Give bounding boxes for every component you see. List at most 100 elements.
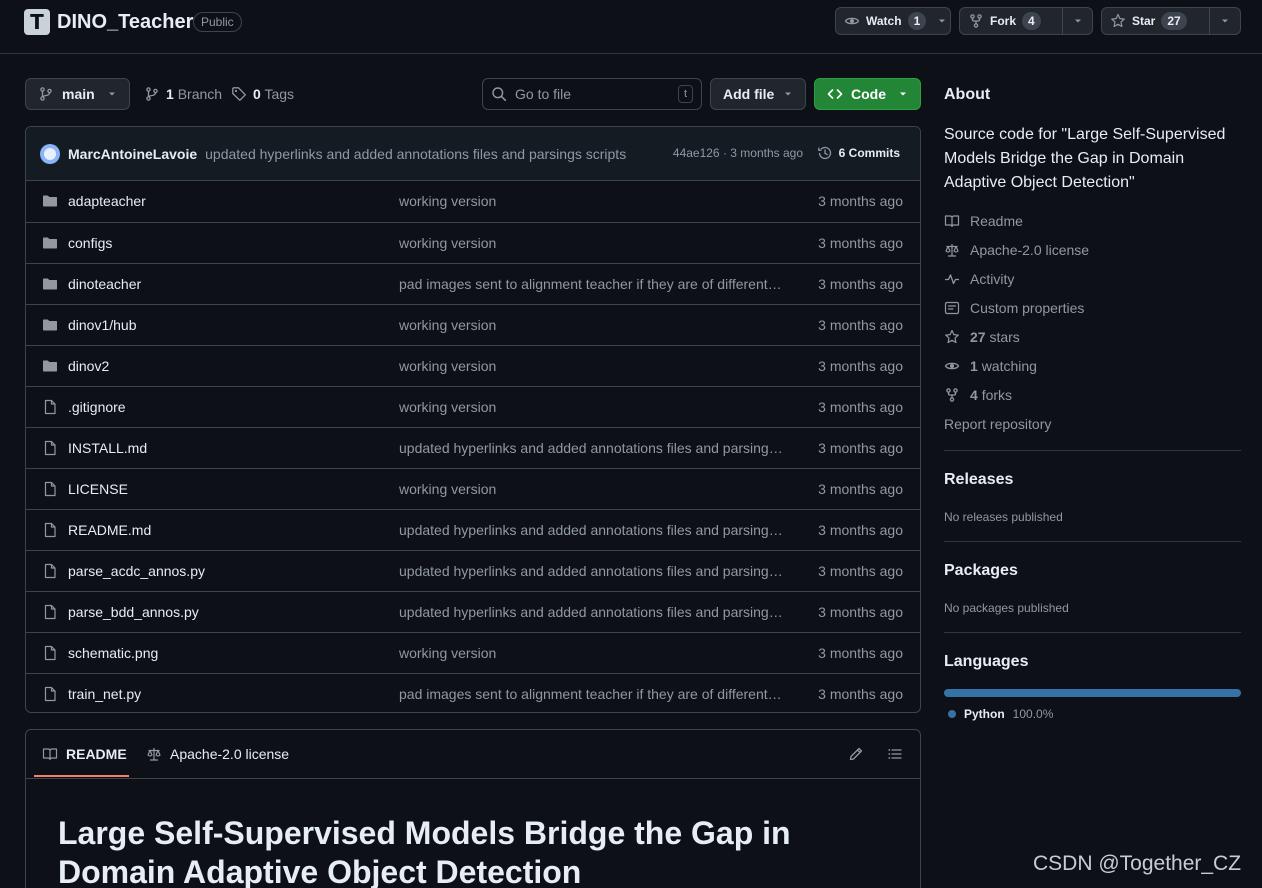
watching-label: watching [981, 358, 1037, 374]
star-button[interactable]: Star 27 [1101, 7, 1241, 35]
file-commit-message[interactable]: working version [399, 193, 789, 209]
file-commit-date: 3 months ago [818, 563, 903, 579]
tags-label: Tags [264, 86, 295, 102]
file-row[interactable]: .gitignore working version 3 months ago [26, 386, 920, 427]
logo-letter: T [30, 10, 44, 34]
caret-down-icon [900, 92, 906, 96]
pencil-icon[interactable] [848, 746, 864, 762]
readme-title: Large Self-Supervised Models Bridge the … [58, 815, 791, 888]
file-commit-message[interactable]: working version [399, 235, 789, 251]
file-name[interactable]: parse_bdd_annos.py [68, 604, 199, 620]
file-row[interactable]: README.md updated hyperlinks and added an… [26, 509, 920, 550]
file-commit-message[interactable]: pad images sent to alignment teacher if … [399, 686, 789, 702]
caret-down-icon [109, 92, 115, 96]
tags-link[interactable]: 0 Tags [231, 86, 294, 102]
file-name[interactable]: .gitignore [68, 399, 126, 415]
language-python[interactable]: Python 100.0% [948, 707, 1053, 721]
file-row[interactable]: dinoteacher pad images sent to alignment … [26, 263, 920, 304]
search-shortcut: t [677, 85, 693, 103]
file-name[interactable]: train_net.py [68, 686, 141, 702]
language-bar [944, 689, 1241, 697]
list-outline-icon[interactable] [887, 746, 903, 762]
readme-link-label: Readme [970, 213, 1023, 229]
file-name[interactable]: dinoteacher [68, 276, 141, 292]
star-icon [1111, 13, 1125, 28]
file-name[interactable]: dinov2 [68, 358, 109, 374]
file-row[interactable]: LICENSE working version 3 months ago [26, 468, 920, 509]
releases-heading[interactable]: Releases [944, 471, 1013, 489]
file-commit-date: 3 months ago [818, 481, 903, 497]
file-commit-message[interactable]: pad images sent to alignment teacher if … [399, 276, 789, 292]
law-icon [945, 244, 959, 257]
repo-owner-avatar[interactable]: T [24, 9, 50, 35]
file-name[interactable]: LICENSE [68, 481, 128, 497]
file-row[interactable]: configs working version 3 months ago [26, 222, 920, 263]
watch-button[interactable]: Watch 1 [835, 7, 951, 35]
commits-link[interactable]: 6 Commits [817, 145, 900, 161]
forks-link[interactable]: 4 forks [944, 387, 1012, 403]
commit-message[interactable]: updated hyperlinks and added annotations… [205, 146, 626, 162]
languages-heading: Languages [944, 653, 1029, 670]
commit-meta[interactable]: 44ae126 · 3 months ago [673, 146, 803, 160]
file-commit-message[interactable]: working version [399, 358, 789, 374]
stars-link[interactable]: 27 stars [944, 329, 1020, 345]
file-name[interactable]: dinov1/hub [68, 317, 137, 333]
commits-label: 6 Commits [838, 146, 900, 160]
file-commit-message[interactable]: updated hyperlinks and added annotations… [399, 522, 789, 538]
file-row[interactable]: parse_bdd_annos.py updated hyperlinks and… [26, 591, 920, 632]
repo-header: T DINO_Teacher Public Watch 1 Fork 4 Sta… [0, 0, 1262, 54]
file-name[interactable]: schematic.png [68, 645, 158, 661]
file-row[interactable]: dinov2 working version 3 months ago [26, 345, 920, 386]
file-row[interactable]: dinov1/hub working version 3 months ago [26, 304, 920, 345]
fork-dropdown[interactable] [1062, 8, 1092, 34]
branches-count: 1 [166, 86, 174, 102]
file-row[interactable]: schematic.png working version 3 months ago [26, 632, 920, 673]
watching-link[interactable]: 1 watching [944, 358, 1037, 374]
file-row[interactable]: train_net.py pad images sent to alignment… [26, 673, 920, 712]
fork-button[interactable]: Fork 4 [959, 7, 1093, 35]
report-repository-link[interactable]: Report repository [944, 416, 1051, 432]
caret-down-icon [785, 92, 791, 96]
file-commit-message[interactable]: updated hyperlinks and added annotations… [399, 563, 789, 579]
file-commit-message[interactable]: updated hyperlinks and added annotations… [399, 604, 789, 620]
star-dropdown[interactable] [1209, 8, 1239, 34]
file-commit-message[interactable]: working version [399, 481, 789, 497]
add-file-button[interactable]: Add file [710, 78, 806, 110]
watch-dropdown[interactable] [934, 8, 950, 34]
branches-link[interactable]: 1 Branch [144, 86, 222, 102]
commit-author[interactable]: MarcAntoineLavoie [68, 146, 197, 162]
readme-link[interactable]: Readme [944, 213, 1023, 229]
repo-name[interactable]: DINO_Teacher [57, 11, 193, 34]
file-commit-message[interactable]: working version [399, 317, 789, 333]
file-name[interactable]: configs [68, 235, 112, 251]
file-name[interactable]: parse_acdc_annos.py [68, 563, 205, 579]
file-commit-message[interactable]: working version [399, 645, 789, 661]
commit-author-avatar[interactable] [40, 143, 60, 164]
tab-readme[interactable]: README [42, 746, 127, 762]
file-commit-date: 3 months ago [818, 645, 903, 661]
go-to-file-input[interactable]: Go to file t [482, 78, 702, 110]
activity-link[interactable]: Activity [944, 271, 1014, 287]
folder-icon [42, 235, 58, 251]
code-button[interactable]: Code [814, 78, 921, 110]
tab-readme-label: README [66, 746, 127, 762]
packages-heading[interactable]: Packages [944, 562, 1018, 580]
license-link[interactable]: Apache-2.0 license [944, 242, 1089, 258]
custom-properties-link[interactable]: Custom properties [944, 300, 1084, 316]
file-name[interactable]: INSTALL.md [68, 440, 147, 456]
file-commit-message[interactable]: working version [399, 399, 789, 415]
file-row[interactable]: adapteacher working version 3 months ago [26, 181, 920, 222]
file-row[interactable]: parse_acdc_annos.py updated hyperlinks an… [26, 550, 920, 591]
file-commit-message[interactable]: updated hyperlinks and added annotations… [399, 440, 789, 456]
file-name[interactable]: README.md [68, 522, 151, 538]
file-icon [42, 481, 58, 497]
tab-license[interactable]: Apache-2.0 license [146, 746, 289, 762]
folder-icon [42, 193, 58, 209]
file-commit-date: 3 months ago [818, 193, 903, 209]
file-row[interactable]: INSTALL.md updated hyperlinks and added a… [26, 427, 920, 468]
folder-icon [42, 276, 58, 292]
file-name[interactable]: adapteacher [68, 193, 146, 209]
branch-selector[interactable]: main [25, 78, 130, 110]
tag-icon [232, 87, 246, 101]
file-icon [42, 563, 58, 579]
